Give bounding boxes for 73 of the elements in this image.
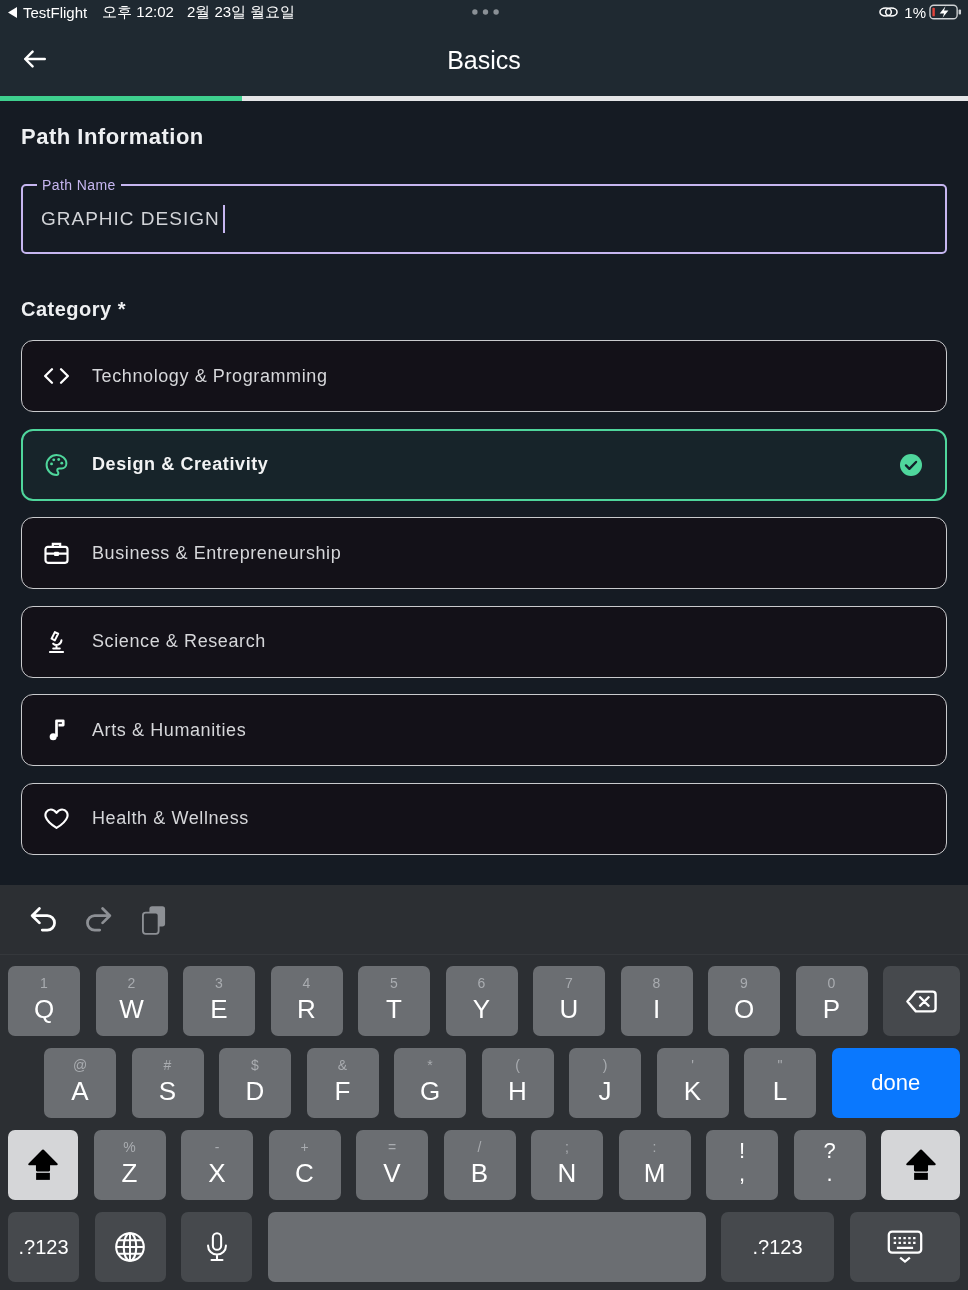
keyboard-key[interactable]: @ A — [44, 1048, 116, 1118]
keyboard-key[interactable]: / B — [443, 1130, 516, 1200]
back-app-label[interactable]: TestFlight — [23, 3, 88, 21]
microphone-key[interactable] — [181, 1212, 252, 1282]
keyboard-key[interactable]: + C — [268, 1130, 341, 1200]
path-name-field[interactable]: Path Name GRAPHIC DESIGN — [21, 177, 947, 254]
globe-key[interactable] — [94, 1212, 166, 1282]
undo-button[interactable] — [30, 906, 56, 933]
keyboard-key[interactable]: & F — [306, 1048, 379, 1118]
keyboard-key[interactable]: 9 O — [708, 966, 780, 1036]
keyboard-hide-icon — [886, 1230, 923, 1264]
keyboard-key[interactable]: * G — [394, 1048, 466, 1118]
numbers-key[interactable]: .?123 — [721, 1212, 834, 1282]
battery-percent: 1% — [904, 3, 926, 21]
text-cursor-icon — [222, 204, 225, 233]
backspace-key[interactable] — [883, 966, 960, 1036]
shift-icon — [905, 1149, 936, 1181]
back-triangle-icon[interactable] — [8, 6, 17, 18]
keyboard-key[interactable]: 8 I — [620, 966, 693, 1036]
keyboard-key[interactable]: 7 U — [533, 966, 605, 1036]
keyboard-key[interactable]: - X — [181, 1130, 253, 1200]
keyboard-key[interactable]: " L — [744, 1048, 816, 1118]
keyboard-key[interactable]: = V — [356, 1130, 428, 1200]
undo-icon — [30, 906, 56, 933]
keyboard-dismiss-key[interactable] — [849, 1212, 960, 1282]
numbers-key[interactable]: .?123 — [8, 1212, 79, 1282]
keyboard-key[interactable]: 6 Y — [445, 966, 518, 1036]
microphone-icon — [205, 1231, 228, 1263]
keyboard-key[interactable]: ) J — [569, 1048, 641, 1118]
keyboard-key[interactable]: $ D — [219, 1048, 291, 1118]
status-time: 오후 12:02 — [102, 2, 174, 22]
briefcase-icon — [44, 542, 69, 564]
screen-title: Basics — [447, 45, 521, 75]
keyboard-key[interactable]: % Z — [93, 1130, 166, 1200]
keyboard-key[interactable]: ( H — [481, 1048, 554, 1118]
back-arrow-icon — [24, 50, 46, 68]
globe-icon — [115, 1232, 145, 1262]
shift-icon — [28, 1149, 58, 1181]
code-icon — [44, 365, 69, 387]
keyboard-key[interactable]: 5 T — [358, 966, 430, 1036]
status-date: 2월 23일 월요일 — [186, 2, 296, 22]
multitasking-dots-icon[interactable] — [471, 9, 499, 15]
shift-key[interactable] — [881, 1130, 960, 1200]
done-button[interactable]: done — [831, 1048, 960, 1118]
category-option[interactable]: Technology & Programming — [21, 340, 947, 412]
palette-icon — [44, 453, 69, 476]
shift-key[interactable] — [8, 1130, 78, 1200]
category-option[interactable]: Business & Entrepreneurship — [21, 517, 947, 589]
category-option[interactable]: Design & Creativity — [21, 428, 947, 501]
keyboard-key[interactable]: 3 E — [183, 966, 255, 1036]
backspace-icon — [906, 989, 937, 1013]
keyboard-key[interactable]: 1 Q — [8, 966, 80, 1036]
keyboard-key[interactable]: 4 R — [270, 966, 343, 1036]
keyboard-key[interactable]: 2 W — [95, 966, 168, 1036]
category-option[interactable]: Arts & Humanities — [21, 694, 947, 766]
link-icon — [879, 6, 899, 18]
keyboard-key[interactable]: 0 P — [795, 966, 868, 1036]
keyboard-key[interactable]: ; N — [531, 1130, 603, 1200]
section-title: Path Information — [21, 124, 205, 150]
category-option[interactable]: Health & Wellness — [21, 782, 947, 855]
clipboard-icon — [142, 904, 166, 935]
keyboard-key[interactable]: # S — [131, 1048, 204, 1118]
check-circle-icon — [900, 453, 922, 476]
keyboard-key[interactable]: : M — [618, 1130, 691, 1200]
keyboard-key[interactable]: ! , — [706, 1130, 778, 1200]
battery-charging-icon — [929, 4, 962, 20]
category-heading: Category * — [21, 297, 128, 321]
keyboard-key[interactable]: ? . — [793, 1130, 866, 1200]
keyboard-key[interactable]: ' K — [656, 1048, 729, 1118]
redo-icon — [86, 906, 112, 933]
category-option[interactable]: Science & Research — [21, 605, 947, 678]
heart-icon — [44, 807, 69, 830]
back-button[interactable] — [22, 48, 48, 70]
